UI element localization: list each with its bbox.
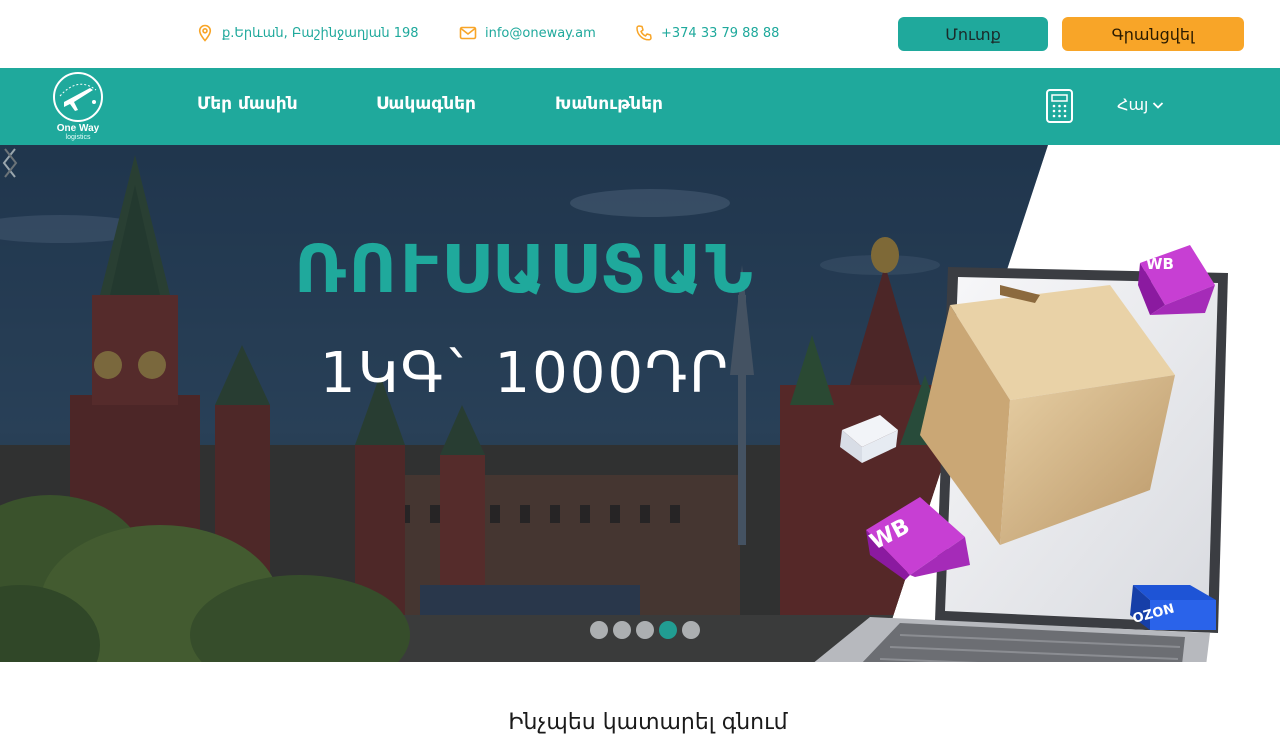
address-contact: ք.Երևան, Բաշինջաղյան 198 [196,24,419,42]
logo-name: One Way [56,123,100,134]
logo[interactable]: One Way logistics [50,72,106,142]
hero-title: ՌՈՒՍԱՍՏԱՆ [294,231,756,308]
language-selector[interactable]: Հայ [1117,95,1164,114]
slider-dot[interactable] [590,621,608,639]
slider-dot[interactable] [636,621,654,639]
slider-dot[interactable] [682,621,700,639]
logo-sub: logistics [65,134,91,141]
language-label: Հայ [1117,95,1149,114]
slider-dot[interactable] [613,621,631,639]
phone-text[interactable]: +374 33 79 88 88 [661,26,779,41]
register-button[interactable]: Գրանցվել [1062,17,1244,51]
nav-shops[interactable]: Խանութներ [555,94,663,114]
chevron-right-icon[interactable] [0,145,20,181]
location-pin-icon [198,24,212,42]
section-heading: Ինչպես կատարել գնում [508,710,788,735]
nav-about[interactable]: Մեր մասին [197,94,298,114]
hero-slider: WB WB OZON ՌՈՒՍԱՍՏԱՆ 1ԿԳ` 1000ԴՐ [0,145,1280,662]
slider-dots [590,621,700,639]
calculator-icon[interactable] [1046,89,1073,123]
top-bar: ք.Երևան, Բաշինջաղյան 198 info@oneway.am … [0,0,1280,68]
phone-icon [636,25,652,41]
slider-dot-active[interactable] [659,621,677,639]
login-button[interactable]: Մուտք [898,17,1048,51]
email-text[interactable]: info@oneway.am [485,26,596,41]
nav-rates[interactable]: Սակագներ [376,94,476,114]
address-text: ք.Երևան, Բաշինջաղյան 198 [222,25,419,41]
mail-icon [459,26,477,40]
email-contact[interactable]: info@oneway.am [459,24,596,42]
main-navbar: One Way logistics Մեր մասին Սակագներ Խան… [0,68,1280,145]
wb-label-top: WB [1146,255,1174,273]
chevron-down-icon [1153,101,1164,109]
airplane-icon [59,83,97,111]
phone-contact[interactable]: +374 33 79 88 88 [635,24,779,42]
hero-price: 1ԿԳ` 1000ԴՐ [319,341,731,406]
